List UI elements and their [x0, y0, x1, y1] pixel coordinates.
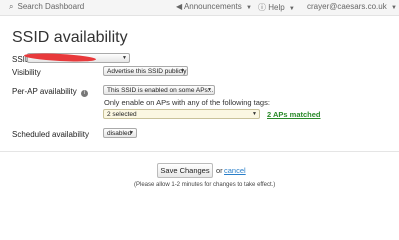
- help-label: Help: [268, 3, 285, 12]
- per-ap-availability-text: Per-AP availability: [12, 87, 77, 96]
- chevron-down-icon: ▼: [390, 5, 397, 11]
- tags-hint: Only enable on APs with any of the follo…: [104, 98, 270, 107]
- visibility-select-value: Advertise this SSID publicly: [107, 68, 187, 75]
- info-icon[interactable]: i: [80, 90, 88, 97]
- scheduled-availability-select[interactable]: disabled ▼: [103, 128, 137, 138]
- changes-delay-note: (Please allow 1-2 minutes for changes to…: [134, 182, 276, 188]
- announcements-menu[interactable]: ◀ Announcements ▼: [176, 2, 252, 11]
- cancel-link[interactable]: cancel: [224, 166, 246, 175]
- scheduled-availability-value: disabled: [107, 130, 132, 137]
- per-ap-availability-label: Per-AP availability i: [12, 87, 88, 97]
- visibility-label: Visibility: [12, 68, 41, 77]
- search-icon: ⌕: [9, 2, 14, 11]
- chevron-down-icon: ▼: [129, 130, 134, 136]
- ap-tags-value: 2 selected: [107, 111, 137, 118]
- chevron-down-icon: ▼: [207, 87, 212, 93]
- section-divider: [0, 151, 399, 152]
- or-text: or: [216, 166, 223, 175]
- scheduled-availability-label: Scheduled availability: [12, 130, 89, 139]
- chevron-down-icon: ▼: [288, 6, 295, 12]
- per-ap-availability-value: This SSID is enabled on some APs...: [107, 87, 214, 94]
- chevron-down-icon: ▼: [252, 111, 257, 117]
- search-dashboard[interactable]: ⌕ Search Dashboard: [9, 2, 84, 12]
- help-icon: ⓘ: [258, 3, 266, 12]
- per-ap-availability-select[interactable]: This SSID is enabled on some APs... ▼: [103, 85, 215, 95]
- visibility-select[interactable]: Advertise this SSID publicly ▼: [103, 66, 188, 76]
- aps-matched-link[interactable]: 2 APs matched: [267, 110, 321, 119]
- user-account-menu[interactable]: crayer@caesars.co.uk ▼: [307, 2, 397, 11]
- chevron-down-icon: ▼: [246, 5, 252, 11]
- help-menu[interactable]: ⓘ Help ▼: [258, 2, 295, 13]
- page-title: SSID availability: [12, 29, 128, 46]
- announcements-label: Announcements: [183, 2, 242, 11]
- bullhorn-icon: ◀: [176, 2, 183, 11]
- chevron-down-icon: ▼: [180, 68, 185, 74]
- top-nav-bar: ⌕ Search Dashboard ◀ Announcements ▼ ⓘ He…: [0, 0, 399, 16]
- search-dashboard-label: Search Dashboard: [17, 2, 85, 11]
- save-changes-button[interactable]: Save Changes: [157, 163, 213, 178]
- user-email: crayer@caesars.co.uk: [307, 2, 387, 11]
- chevron-down-icon: ▼: [122, 55, 127, 61]
- ap-tags-select[interactable]: 2 selected ▼: [103, 109, 260, 119]
